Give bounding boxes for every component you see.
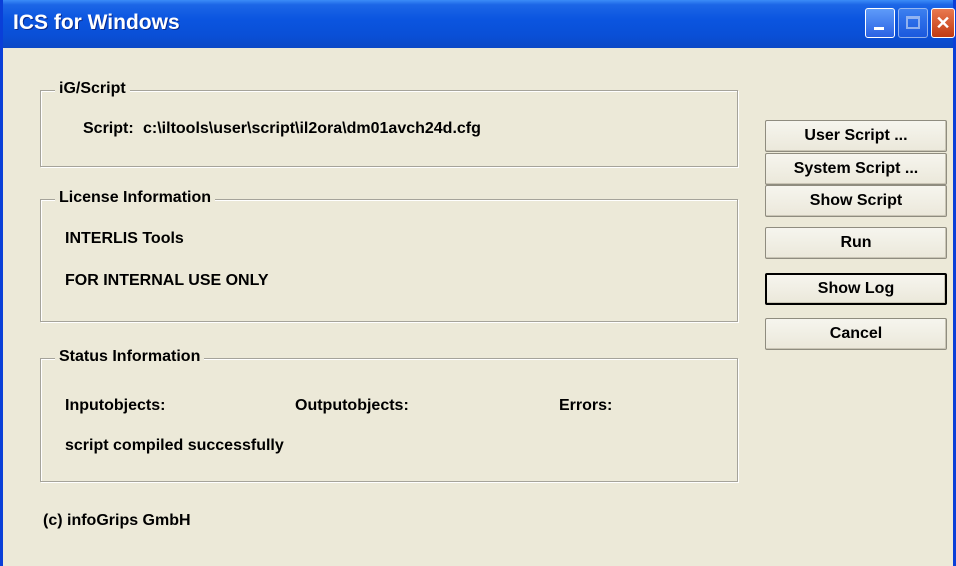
script-path: c:\iltools\user\script\il2ora\dm01avch24… bbox=[143, 120, 481, 137]
status-message: script compiled successfully bbox=[65, 437, 284, 454]
license-group: License Information bbox=[40, 189, 738, 322]
minimize-icon bbox=[874, 27, 884, 30]
maximize-icon bbox=[906, 16, 920, 29]
user-script-button[interactable]: User Script ... bbox=[765, 120, 947, 152]
title-bar[interactable]: ICS for Windows ✕ bbox=[3, 0, 955, 48]
dialog-window: ICS for Windows ✕ iG/Script Script: c:\i… bbox=[0, 0, 956, 566]
script-group-legend: iG/Script bbox=[55, 80, 130, 98]
inputobjects-label: Inputobjects: bbox=[65, 397, 166, 414]
maximize-button[interactable] bbox=[898, 8, 928, 38]
license-line-2: FOR INTERNAL USE ONLY bbox=[65, 272, 269, 289]
license-line-1: INTERLIS Tools bbox=[65, 230, 184, 247]
close-button[interactable]: ✕ bbox=[931, 8, 955, 38]
license-group-legend: License Information bbox=[55, 189, 216, 207]
errors-label: Errors: bbox=[559, 397, 613, 414]
show-script-button[interactable]: Show Script bbox=[765, 185, 947, 217]
run-button[interactable]: Run bbox=[765, 227, 947, 259]
system-script-button[interactable]: System Script ... bbox=[765, 153, 947, 185]
cancel-button[interactable]: Cancel bbox=[765, 318, 947, 350]
status-group: Status Information bbox=[40, 348, 738, 482]
copyright-text: (c) infoGrips GmbH bbox=[43, 512, 191, 529]
window-title: ICS for Windows bbox=[13, 11, 180, 34]
show-log-button[interactable]: Show Log bbox=[765, 273, 947, 305]
close-icon: ✕ bbox=[935, 13, 951, 33]
script-label: Script: bbox=[83, 120, 134, 137]
minimize-button[interactable] bbox=[865, 8, 895, 38]
outputobjects-label: Outputobjects: bbox=[295, 397, 409, 414]
status-group-legend: Status Information bbox=[55, 348, 205, 366]
